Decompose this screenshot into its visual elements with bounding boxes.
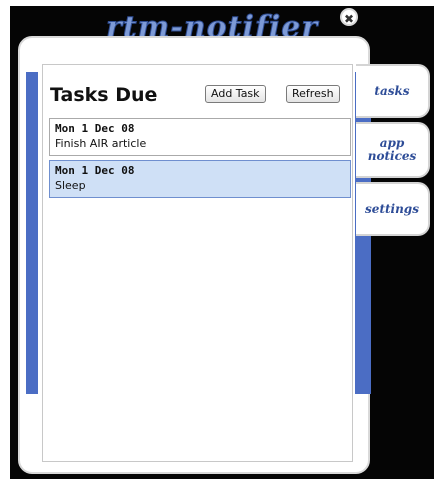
tab-app-notices[interactable]: app notices xyxy=(356,122,430,178)
page-title: Tasks Due xyxy=(50,84,158,106)
task-name: Finish AIR article xyxy=(55,137,147,150)
tab-settings-label: settings xyxy=(365,201,419,216)
left-accent-stripe xyxy=(26,72,38,394)
tab-app-notices-label: app notices xyxy=(367,136,417,163)
refresh-button[interactable]: Refresh xyxy=(286,85,340,103)
task-row[interactable]: Mon 1 Dec 08 Finish AIR article xyxy=(49,118,351,156)
add-task-button[interactable]: Add Task xyxy=(205,85,266,103)
tab-tasks-label: tasks xyxy=(374,83,410,98)
task-due-date: Mon 1 Dec 08 xyxy=(55,122,135,135)
task-name: Sleep xyxy=(55,179,86,192)
tab-settings[interactable]: settings xyxy=(356,182,430,236)
task-due-date: Mon 1 Dec 08 xyxy=(55,164,135,177)
task-row-selected[interactable]: Mon 1 Dec 08 Sleep xyxy=(49,160,351,198)
tasks-content-area: Tasks Due Add Task Refresh Mon 1 Dec 08 … xyxy=(42,64,353,462)
tab-tasks[interactable]: tasks xyxy=(356,64,430,118)
close-button[interactable]: ✖ xyxy=(340,8,358,26)
close-icon: ✖ xyxy=(343,12,355,26)
